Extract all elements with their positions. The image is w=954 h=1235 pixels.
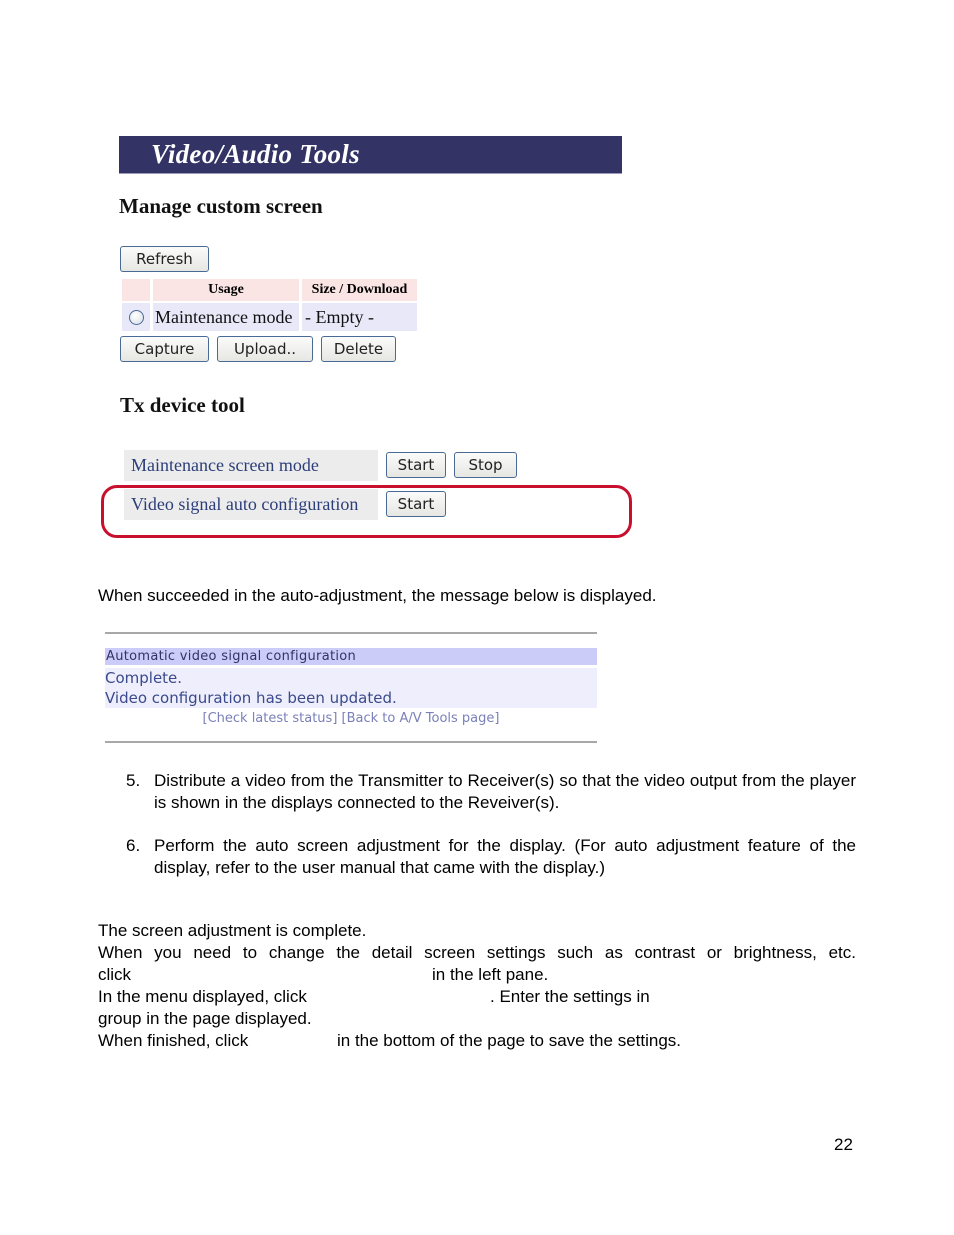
message-line-complete: Complete. xyxy=(105,669,183,687)
message-bottom-divider xyxy=(105,741,597,743)
auto-config-start-button[interactable]: Start xyxy=(386,491,446,517)
message-body: Complete. Video configuration has been u… xyxy=(105,668,597,708)
maintenance-screen-mode-label: Maintenance screen mode xyxy=(124,450,378,481)
closing-line-4-end: . Enter the settings in xyxy=(490,987,650,1006)
refresh-button[interactable]: Refresh xyxy=(120,246,209,272)
maintenance-start-button[interactable]: Start xyxy=(386,452,446,478)
message-links: [Check latest status] [Back to A/V Tools… xyxy=(105,711,597,726)
step-6-text: Perform the auto screen adjustment for t… xyxy=(154,836,856,877)
manage-custom-screen-heading: Manage custom screen xyxy=(119,194,323,218)
closing-line-2: When you need to change the detail scree… xyxy=(98,943,856,962)
cell-size: - Empty - xyxy=(302,303,417,331)
closing-line-1: The screen adjustment is complete. xyxy=(98,921,367,940)
radio-select-icon[interactable] xyxy=(128,309,144,325)
tools-banner: Video/Audio Tools xyxy=(119,136,622,174)
closing-line-6-end: in the bottom of the page to save the se… xyxy=(337,1031,682,1050)
table-header-usage: Usage xyxy=(153,279,299,301)
intro-text: When succeeded in the auto-adjustment, t… xyxy=(98,586,657,605)
message-title: Automatic video signal configuration xyxy=(105,648,597,665)
message-top-divider xyxy=(105,632,597,634)
step-6-number: 6. xyxy=(126,836,141,855)
table-header-size: Size / Download xyxy=(302,279,417,301)
closing-line-6: When finished, click in the bottom of th… xyxy=(98,1030,856,1052)
step-5-number: 5. xyxy=(126,771,141,790)
maintenance-stop-button[interactable]: Stop xyxy=(454,452,517,478)
closing-line-3-end: in the left pane. xyxy=(432,965,549,984)
closing-line-5: group in the page displayed. xyxy=(98,1009,312,1028)
closing-line-6-start: When finished, click xyxy=(98,1031,249,1050)
message-line-updated: Video configuration has been updated. xyxy=(105,689,397,707)
table-row xyxy=(122,303,150,331)
cell-usage: Maintenance mode xyxy=(153,303,299,331)
tx-device-tool-heading: Tx device tool xyxy=(120,393,245,417)
closing-line-3-start: click xyxy=(98,965,132,984)
closing-paragraph: The screen adjustment is complete. When … xyxy=(98,920,856,1052)
check-latest-status-link[interactable]: [Check latest status] xyxy=(203,711,338,726)
closing-line-4: In the menu displayed, click . Enter the… xyxy=(98,986,856,1008)
banner-title: Video/Audio Tools xyxy=(151,139,360,169)
upload-button[interactable]: Upload.. xyxy=(217,336,313,362)
back-to-av-tools-link[interactable]: [Back to A/V Tools page] xyxy=(342,711,500,726)
capture-button[interactable]: Capture xyxy=(120,336,209,362)
step-5-text: Distribute a video from the Transmitter … xyxy=(154,771,856,812)
closing-line-4-start: In the menu displayed, click xyxy=(98,987,307,1006)
closing-line-3: click in the left pane. xyxy=(98,964,856,986)
delete-button[interactable]: Delete xyxy=(321,336,396,362)
page-number: 22 xyxy=(834,1135,853,1154)
table-header-select xyxy=(122,279,150,301)
video-signal-auto-config-label: Video signal auto configuration xyxy=(124,489,378,520)
